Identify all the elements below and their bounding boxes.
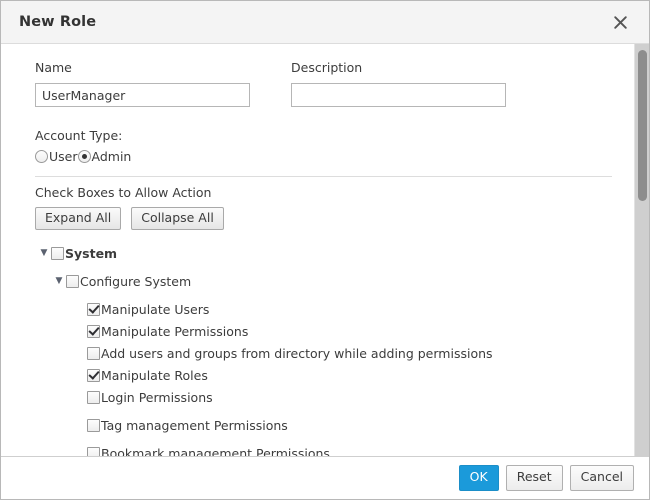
tree-row[interactable]: ▼ Manipulate Users bbox=[35, 298, 616, 320]
tree-controls: Expand All Collapse All bbox=[35, 207, 616, 230]
tree-checkbox[interactable] bbox=[87, 419, 100, 432]
tree-checkbox[interactable] bbox=[87, 325, 100, 338]
tree-row[interactable]: ▼ System bbox=[35, 242, 616, 264]
tree-item-label: Configure System bbox=[79, 274, 191, 289]
radio-user-indicator bbox=[35, 150, 48, 163]
radio-option-admin[interactable]: Admin bbox=[78, 149, 132, 164]
account-type-radios: User Admin bbox=[35, 149, 616, 164]
fields-row: Name Description bbox=[35, 60, 616, 107]
triangle-down-icon[interactable]: ▼ bbox=[37, 249, 51, 258]
tree-checkbox[interactable] bbox=[51, 247, 64, 260]
radio-user-label: User bbox=[48, 149, 78, 164]
tree-checkbox[interactable] bbox=[87, 369, 100, 382]
tree-row[interactable]: ▼ Tag management Permissions bbox=[35, 414, 616, 436]
tree-item-label: Tag management Permissions bbox=[100, 418, 288, 433]
tree-row[interactable]: ▼ Manipulate Roles bbox=[35, 364, 616, 386]
tree-item-label: Manipulate Permissions bbox=[100, 324, 248, 339]
dialog-title: New Role bbox=[19, 14, 96, 30]
close-icon[interactable] bbox=[607, 9, 633, 35]
description-field-group: Description bbox=[291, 60, 506, 107]
dialog-content: Name Description Account Type: User bbox=[1, 44, 634, 456]
name-label: Name bbox=[35, 60, 250, 75]
ok-button[interactable]: OK bbox=[459, 465, 499, 490]
tree-item-label: Bookmark management Permissions bbox=[100, 446, 330, 456]
permissions-tree: ▼ System ▼ Configure System ▼ Manipulate… bbox=[35, 242, 616, 456]
tree-item-label: Manipulate Users bbox=[100, 302, 209, 317]
collapse-all-button[interactable]: Collapse All bbox=[131, 207, 224, 230]
tree-item-label: Manipulate Roles bbox=[100, 368, 208, 383]
scrollbar-thumb[interactable] bbox=[638, 50, 647, 201]
tree-item-label: Login Permissions bbox=[100, 390, 213, 405]
radio-admin-indicator bbox=[78, 150, 91, 163]
name-field-group: Name bbox=[35, 60, 250, 107]
dialog-footer: OK Reset Cancel bbox=[1, 456, 649, 499]
tree-item-label: Add users and groups from directory whil… bbox=[100, 346, 493, 361]
dialog-titlebar: New Role bbox=[1, 1, 649, 44]
name-input[interactable] bbox=[35, 83, 250, 107]
section-divider bbox=[35, 176, 612, 177]
description-input[interactable] bbox=[291, 83, 506, 107]
reset-button[interactable]: Reset bbox=[506, 465, 563, 490]
tree-checkbox[interactable] bbox=[87, 303, 100, 316]
tree-item-label: System bbox=[64, 246, 117, 261]
tree-row[interactable]: ▼ Configure System bbox=[35, 270, 616, 292]
tree-row[interactable]: ▼ Manipulate Permissions bbox=[35, 320, 616, 342]
tree-row[interactable]: ▼ Add users and groups from directory wh… bbox=[35, 342, 616, 364]
tree-row[interactable]: ▼ Login Permissions bbox=[35, 386, 616, 408]
permissions-hint: Check Boxes to Allow Action bbox=[35, 185, 616, 200]
expand-all-button[interactable]: Expand All bbox=[35, 207, 121, 230]
dialog-body: Name Description Account Type: User bbox=[1, 44, 649, 456]
account-type-label: Account Type: bbox=[35, 128, 616, 143]
tree-checkbox[interactable] bbox=[87, 391, 100, 404]
tree-checkbox[interactable] bbox=[87, 447, 100, 456]
tree-checkbox[interactable] bbox=[87, 347, 100, 360]
radio-admin-label: Admin bbox=[91, 149, 132, 164]
description-label: Description bbox=[291, 60, 506, 75]
new-role-dialog: New Role Name Description Acc bbox=[0, 0, 650, 500]
account-type-group: Account Type: User Admin bbox=[35, 128, 616, 164]
tree-checkbox[interactable] bbox=[66, 275, 79, 288]
cancel-button[interactable]: Cancel bbox=[570, 465, 634, 490]
vertical-scrollbar[interactable] bbox=[634, 44, 649, 456]
radio-option-user[interactable]: User bbox=[35, 149, 78, 164]
triangle-down-icon[interactable]: ▼ bbox=[52, 277, 66, 286]
tree-row[interactable]: ▼ Bookmark management Permissions bbox=[35, 442, 616, 456]
